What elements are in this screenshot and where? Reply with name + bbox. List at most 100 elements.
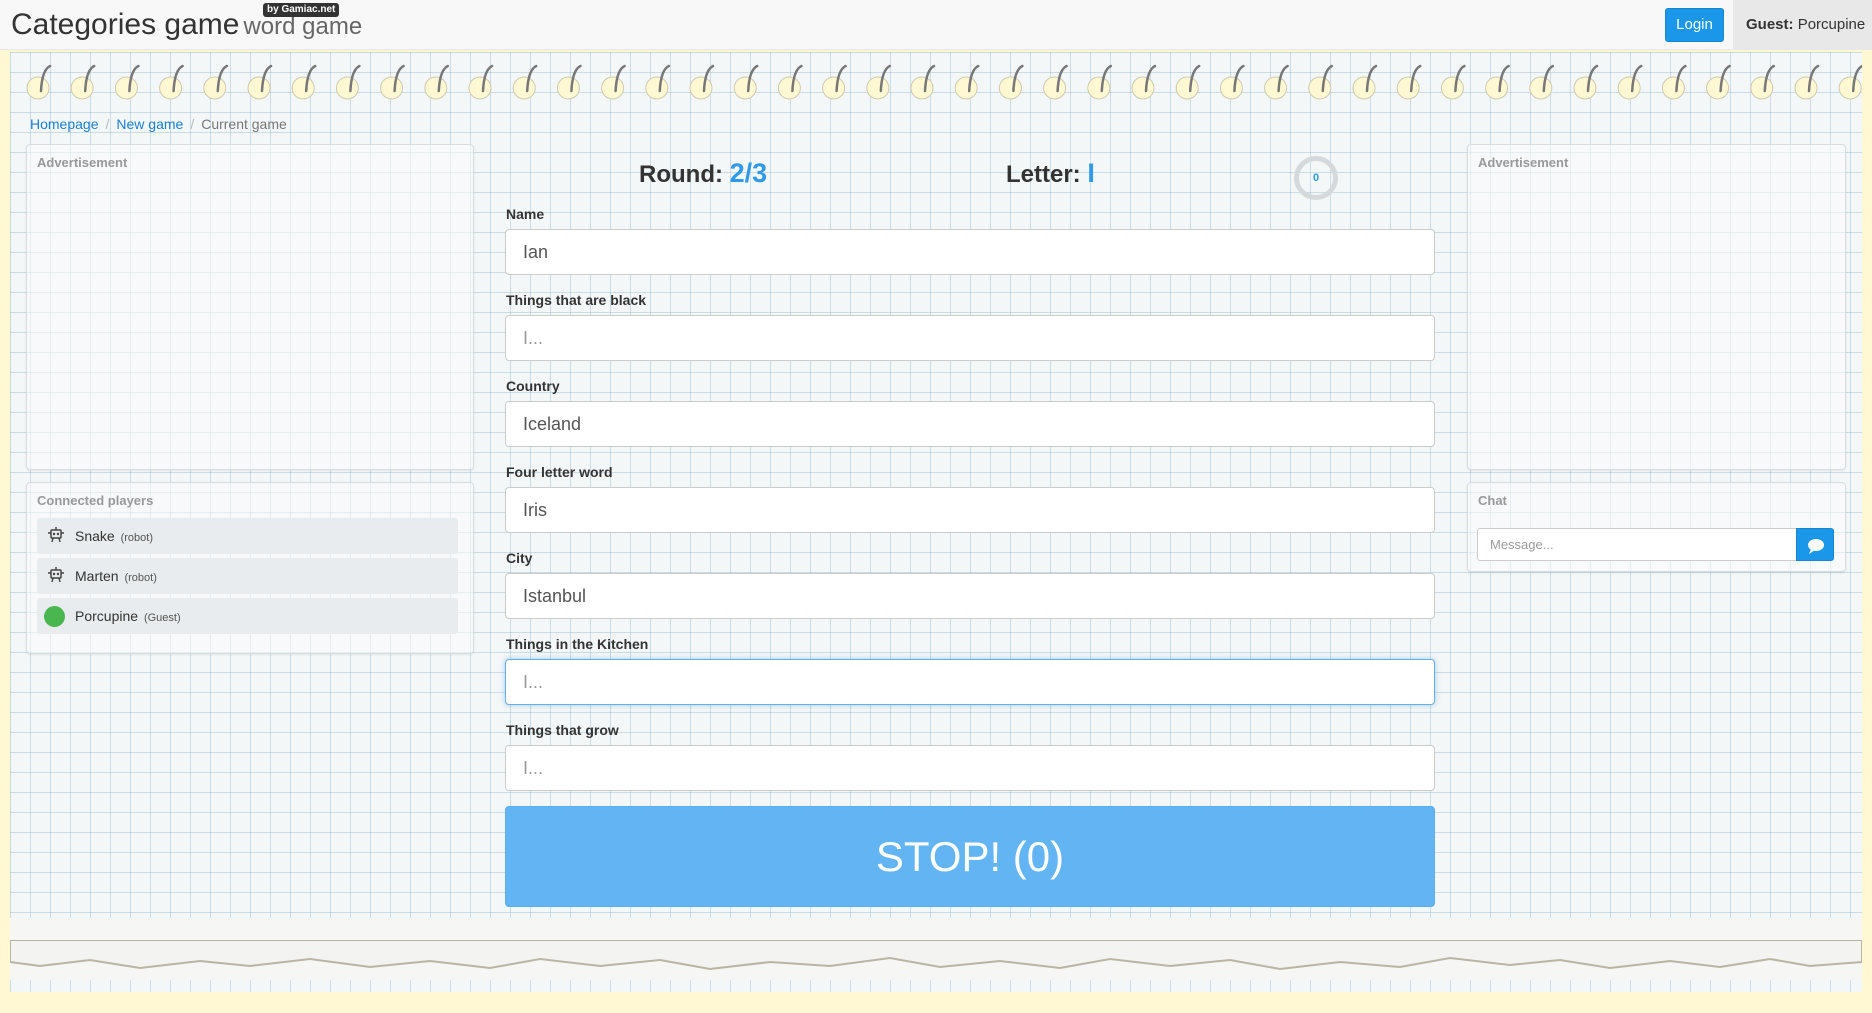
binding-hole bbox=[1573, 64, 1599, 100]
advertisement-title: Advertisement bbox=[37, 155, 128, 170]
field-label-things-that-grow: Things that grow bbox=[506, 722, 619, 738]
countdown-timer: 0 bbox=[1294, 156, 1338, 200]
field-label-black-things: Things that are black bbox=[506, 292, 647, 308]
player-name-line: Snake (robot) bbox=[75, 528, 153, 544]
torn-paper-edge bbox=[10, 940, 1862, 971]
player-name: Porcupine bbox=[75, 608, 139, 624]
binding-hole bbox=[1308, 64, 1334, 100]
round-value: 2/3 bbox=[729, 158, 768, 188]
guest-prefix: Guest: bbox=[1746, 16, 1794, 33]
binding-hole bbox=[1706, 64, 1731, 100]
field-label-name: Name bbox=[506, 206, 545, 222]
letter-indicator: Letter: I bbox=[1006, 158, 1095, 189]
login-button[interactable]: Login bbox=[1665, 8, 1724, 42]
breadcrumb-homepage[interactable]: Homepage bbox=[30, 116, 99, 132]
breadcrumb: Homepage / New game / Current game bbox=[30, 116, 287, 132]
binding-hole bbox=[159, 64, 184, 100]
guest-user-info[interactable]: Guest: Porcupine bbox=[1733, 0, 1872, 50]
player-row: Marten (robot) bbox=[37, 558, 458, 594]
binding-hole bbox=[424, 64, 450, 100]
answer-input-name[interactable] bbox=[505, 229, 1435, 275]
robot-icon bbox=[48, 527, 64, 543]
binding-hole bbox=[645, 64, 671, 100]
binding-hole bbox=[26, 64, 52, 100]
answer-input-four-letter-word[interactable] bbox=[505, 487, 1435, 533]
breadcrumb-separator: / bbox=[105, 116, 110, 132]
answer-input-country[interactable] bbox=[505, 401, 1435, 447]
binding-hole bbox=[1131, 64, 1157, 100]
binding-hole bbox=[1219, 64, 1245, 100]
binding-hole bbox=[512, 64, 538, 100]
player-row: Snake (robot) bbox=[37, 518, 458, 554]
answer-input-black-things[interactable] bbox=[505, 315, 1435, 361]
binding-hole bbox=[910, 64, 936, 100]
binding-hole bbox=[1043, 64, 1068, 100]
binding-hole bbox=[1617, 64, 1643, 100]
binding-hole bbox=[689, 64, 715, 100]
player-name: Snake bbox=[75, 528, 115, 544]
connected-players-panel: Connected players Snake (robot) Marten (… bbox=[26, 482, 474, 654]
field-label-kitchen-things: Things in the Kitchen bbox=[506, 636, 649, 652]
robot-icon bbox=[48, 567, 64, 583]
right-advertisement-panel: Advertisement bbox=[1467, 144, 1846, 470]
player-type: (Guest) bbox=[143, 612, 181, 624]
breadcrumb-new-game[interactable]: New game bbox=[116, 116, 183, 132]
binding-hole bbox=[1661, 64, 1687, 100]
binding-hole bbox=[1396, 64, 1422, 100]
binding-hole bbox=[1264, 64, 1289, 100]
player-type: (robot) bbox=[124, 572, 157, 584]
binding-hole bbox=[70, 64, 96, 100]
binding-hole bbox=[1440, 64, 1466, 100]
stop-button[interactable]: STOP! (0) bbox=[505, 806, 1435, 907]
binding-hole bbox=[1529, 64, 1555, 100]
player-row: Porcupine (Guest) bbox=[37, 598, 458, 634]
letter-value: I bbox=[1087, 158, 1095, 188]
field-label-city: City bbox=[506, 550, 533, 566]
binding-hole bbox=[114, 64, 140, 100]
binding-hole bbox=[1352, 64, 1378, 100]
field-label-country: Country bbox=[506, 378, 560, 394]
binding-hole bbox=[601, 64, 626, 100]
player-name: Marten bbox=[75, 568, 119, 584]
left-advertisement-panel: Advertisement bbox=[26, 144, 474, 470]
chat-send-button[interactable] bbox=[1796, 528, 1834, 561]
binding-hole bbox=[468, 64, 494, 100]
binding-hole bbox=[1175, 64, 1201, 100]
player-name-line: Porcupine (Guest) bbox=[75, 608, 181, 624]
brand-subtitle: word game bbox=[243, 13, 363, 40]
binding-hole bbox=[247, 64, 273, 100]
binding-hole bbox=[1750, 64, 1776, 100]
field-label-four-letter-word: Four letter word bbox=[506, 464, 613, 480]
brand-title: Categories game bbox=[11, 8, 240, 41]
online-status-dot bbox=[44, 606, 65, 627]
connected-players-title: Connected players bbox=[37, 493, 154, 508]
comment-icon bbox=[1808, 539, 1824, 554]
binding-hole bbox=[335, 64, 361, 100]
binding-hole bbox=[1794, 64, 1820, 100]
binding-hole bbox=[203, 64, 229, 100]
guest-name: Porcupine bbox=[1797, 16, 1866, 33]
breadcrumb-current: Current game bbox=[201, 116, 287, 132]
binding-hole bbox=[1485, 64, 1510, 100]
round-label: Round: bbox=[639, 161, 723, 188]
binding-hole bbox=[954, 64, 980, 100]
binding-hole bbox=[1838, 64, 1862, 100]
top-navbar: Categories game word game by Gamiac.net L… bbox=[0, 0, 1872, 50]
binding-hole bbox=[556, 64, 582, 100]
letter-label: Letter: bbox=[1006, 161, 1081, 188]
player-name-line: Marten (robot) bbox=[75, 568, 157, 584]
binding-hole bbox=[777, 64, 803, 100]
binding-hole bbox=[291, 64, 317, 100]
chat-title: Chat bbox=[1478, 493, 1507, 508]
binding-hole bbox=[733, 64, 759, 100]
chat-message-input[interactable] bbox=[1477, 528, 1797, 561]
answer-input-kitchen-things[interactable] bbox=[505, 659, 1435, 705]
answer-input-things-that-grow[interactable] bbox=[505, 745, 1435, 791]
player-type: (robot) bbox=[120, 532, 153, 544]
answer-input-city[interactable] bbox=[505, 573, 1435, 619]
brand-badge: by Gamiac.net bbox=[263, 3, 340, 17]
round-indicator: Round: 2/3 bbox=[639, 158, 767, 189]
binding-hole bbox=[1087, 64, 1113, 100]
binding-hole bbox=[866, 64, 892, 100]
breadcrumb-separator: / bbox=[190, 116, 195, 132]
